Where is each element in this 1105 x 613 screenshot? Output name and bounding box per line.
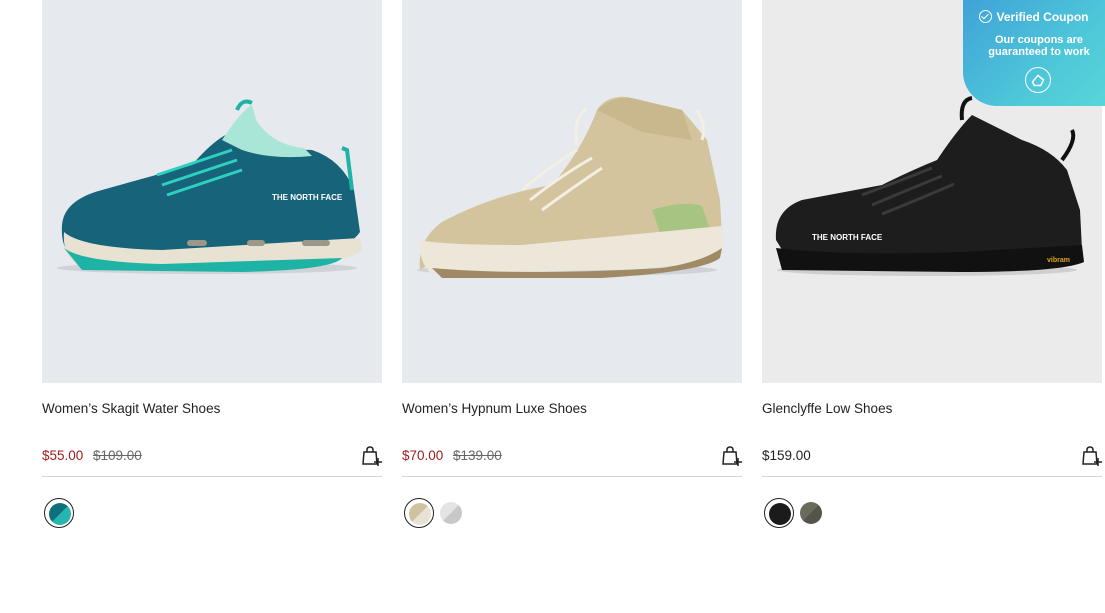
color-swatch[interactable] — [404, 498, 434, 528]
sale-price: $55.00 — [42, 448, 84, 463]
swatch-color — [800, 502, 822, 524]
swatch-color — [769, 503, 791, 525]
svg-text:THE NORTH FACE: THE NORTH FACE — [812, 233, 883, 242]
color-swatch[interactable] — [44, 498, 74, 528]
product-name[interactable]: Women’s Skagit Water Shoes — [42, 401, 220, 416]
coupon-subtitle: Our coupons are guaranteed to work — [963, 34, 1105, 58]
teal-water-shoe-image: THE NORTH FACE — [57, 99, 363, 274]
product-grid: THE NORTH FACE Women’s Skagit Water Shoe… — [0, 0, 1105, 613]
coupon-title: Verified Coupon — [963, 10, 1105, 24]
product-card[interactable]: THE NORTH FACE Women’s Skagit Water Shoe… — [42, 0, 382, 528]
color-swatch[interactable] — [436, 498, 466, 528]
add-to-bag-icon[interactable] — [720, 445, 742, 467]
original-price: $109.00 — [93, 448, 142, 463]
verified-coupon-badge[interactable]: Verified Coupon Our coupons are guarante… — [963, 0, 1105, 106]
original-price: $139.00 — [453, 448, 502, 463]
product-card[interactable]: Women’s Hypnum Luxe Shoes $70.00 $139.00 — [402, 0, 742, 528]
add-to-bag-icon[interactable] — [1080, 445, 1102, 467]
check-circle-icon — [979, 10, 993, 23]
coupon-subtitle-line2: guaranteed to work — [988, 46, 1090, 58]
svg-text:THE NORTH FACE: THE NORTH FACE — [272, 193, 343, 202]
coupon-subtitle-line1: Our coupons are — [994, 34, 1084, 46]
price: $159.00 — [762, 448, 811, 463]
product-image[interactable]: THE NORTH FACE — [42, 0, 382, 383]
product-name[interactable]: Glenclyffe Low Shoes — [762, 401, 892, 416]
beige-knit-shoe-image — [417, 96, 724, 278]
price-row: $55.00 $109.00 — [42, 443, 382, 477]
color-swatch[interactable] — [764, 498, 794, 528]
add-to-bag-icon[interactable] — [360, 445, 382, 467]
price-row: $70.00 $139.00 — [402, 443, 742, 477]
swatch-color — [409, 503, 431, 525]
svg-text:vibram: vibram — [1047, 257, 1070, 264]
price-row: $159.00 — [762, 443, 1102, 477]
color-swatch[interactable] — [796, 498, 826, 528]
swatch-color — [49, 503, 71, 525]
product-image[interactable] — [402, 0, 742, 383]
product-name[interactable]: Women’s Hypnum Luxe Shoes — [402, 401, 587, 416]
swatch-color — [440, 502, 462, 524]
coupon-title-text: Verified Coupon — [996, 10, 1089, 24]
coupon-logo-icon — [1025, 67, 1051, 93]
sale-price: $70.00 — [402, 448, 444, 463]
